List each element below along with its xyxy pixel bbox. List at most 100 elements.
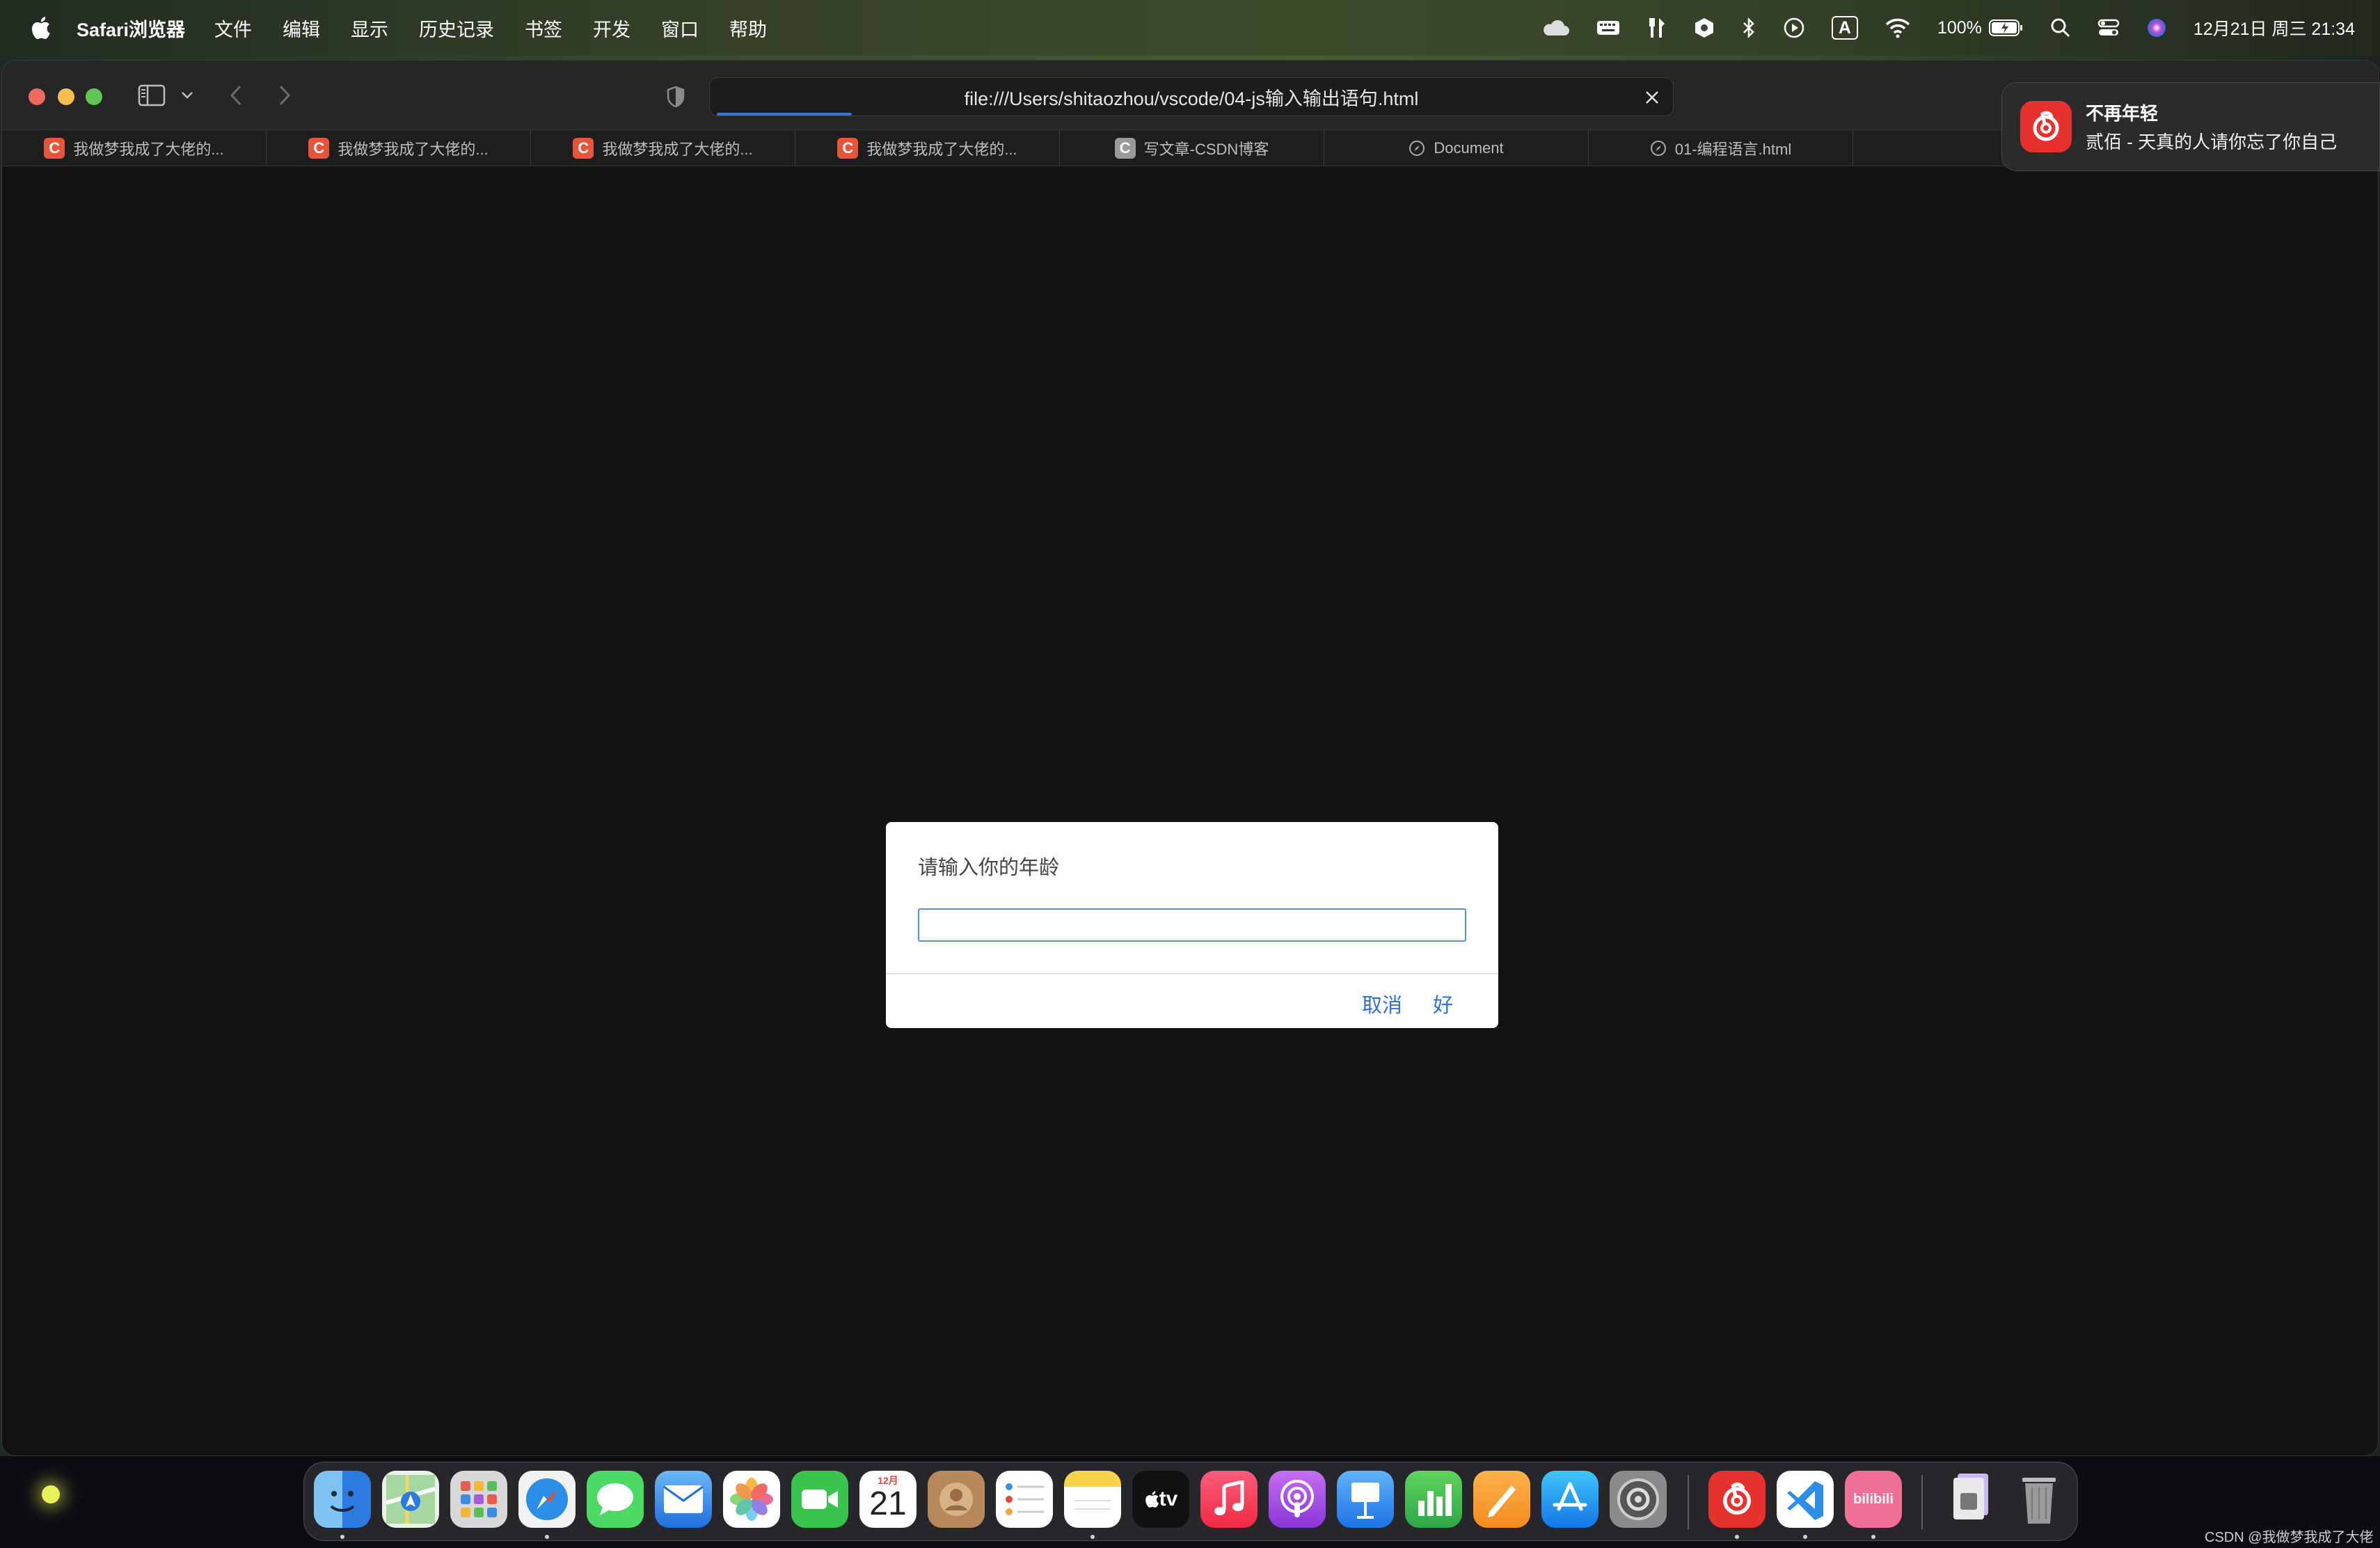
safari-icon[interactable] [518,1471,576,1528]
launchpad-icon[interactable] [450,1471,507,1528]
netease-music-icon[interactable] [1708,1471,1766,1528]
chevron-down-icon[interactable] [177,86,197,105]
tv-label: tv [1159,1487,1178,1510]
csdn-favicon-icon: C [44,138,65,159]
tab-label: 我做梦我成了大佬的... [602,141,753,158]
tab-2[interactable]: C 我做梦我成了大佬的... [531,130,795,166]
dialog-message: 请输入你的年龄 [918,857,1060,879]
document-stack-icon[interactable] [1942,1471,1999,1528]
numbers-icon[interactable] [1405,1471,1462,1528]
music-icon[interactable] [1200,1471,1258,1528]
minimize-window-button[interactable] [58,88,74,105]
cancel-button[interactable]: 取消 [1362,989,1402,1018]
sidebar-toggle-icon[interactable] [136,81,168,109]
apple-icon[interactable] [25,16,56,40]
spotlight-icon[interactable] [2050,14,2071,42]
trash-icon[interactable] [2010,1471,2068,1528]
page-load-progress [717,113,852,116]
running-indicator [1871,1535,1875,1539]
vscode-icon[interactable] [1777,1471,1834,1528]
url-text[interactable]: file:///Users/shitaozhou/vscode/04-js输入输… [965,84,1419,111]
close-window-button[interactable] [29,88,45,105]
bilibili-label: bilibili [1853,1491,1894,1507]
menu-view[interactable]: 显示 [351,15,388,42]
menu-edit[interactable]: 编辑 [283,15,320,42]
zoom-window-button[interactable] [86,88,102,105]
clock[interactable]: 12月21日 周三 21:34 [2193,14,2355,42]
hexagon-icon[interactable] [1694,14,1715,42]
notification-body: 贰佰 - 天真的人请你忘了你自己 [2086,132,2338,152]
csdn-favicon-icon: C [1114,138,1136,159]
music-notification[interactable]: 不再年轻 贰佰 - 天真的人请你忘了你自己 [2001,82,2380,171]
menu-history[interactable]: 历史记录 [419,15,494,42]
system-settings-icon[interactable] [1610,1471,1667,1528]
tab-label: 我做梦我成了大佬的... [73,141,224,158]
stop-loading-icon[interactable] [1641,86,1663,109]
tab-label: 写文章-CSDN博客 [1143,141,1269,158]
siri-icon[interactable] [2146,14,2167,42]
messages-icon[interactable] [587,1471,644,1528]
tab-6[interactable]: 01-编程语言.html [1589,130,1853,166]
app-name-menu[interactable]: Safari浏览器 [77,15,185,42]
maps-icon[interactable] [382,1471,439,1528]
menu-develop[interactable]: 开发 [593,15,630,42]
facetime-icon[interactable] [791,1471,848,1528]
mail-icon[interactable] [655,1471,712,1528]
csdn-favicon-icon: C [308,138,330,159]
calendar-icon[interactable]: 12月 21 [859,1471,917,1528]
control-center-icon[interactable] [2097,14,2120,42]
netease-music-icon [2020,101,2072,152]
notification-text: 不再年轻 贰佰 - 天真的人请你忘了你自己 [2086,100,2337,154]
ok-button[interactable]: 好 [1433,989,1453,1018]
csdn-favicon-icon: C [837,138,859,159]
tab-4[interactable]: C 写文章-CSDN博客 [1060,130,1324,166]
icloud-icon[interactable] [1541,14,1570,42]
pages-icon[interactable] [1473,1471,1530,1528]
reminders-icon[interactable] [996,1471,1053,1528]
compass-favicon-icon [1409,140,1425,157]
menu-bookmarks[interactable]: 书签 [525,15,562,42]
input-source-icon[interactable]: A [1831,16,1858,40]
tab-5[interactable]: Document [1324,130,1589,166]
csdn-favicon-icon: C [573,138,594,159]
notification-title: 不再年轻 [2086,103,2159,124]
keynote-icon[interactable] [1337,1471,1394,1528]
menu-file[interactable]: 文件 [214,15,252,42]
app-store-icon[interactable] [1541,1471,1598,1528]
prompt-dialog: 请输入你的年龄 取消 好 [886,822,1498,1028]
menu-help[interactable]: 帮助 [729,15,767,42]
calendar-day: 21 [869,1485,907,1522]
photos-icon[interactable] [723,1471,780,1528]
keyboard-icon[interactable] [1596,14,1620,42]
tab-3[interactable]: C 我做梦我成了大佬的... [795,130,1060,166]
address-bar[interactable]: file:///Users/shitaozhou/vscode/04-js输入输… [709,77,1674,116]
privacy-shield-icon[interactable] [663,83,688,111]
menu-window[interactable]: 窗口 [661,15,699,42]
running-indicator [545,1535,549,1539]
bluetooth-icon[interactable] [1741,14,1756,42]
prompt-input[interactable] [918,908,1466,942]
contacts-icon[interactable] [928,1471,985,1528]
tab-label: Document [1434,139,1504,157]
watermark: CSDN @我做梦我成了大佬 [2205,1530,2374,1545]
bilibili-icon[interactable]: bilibili [1845,1471,1902,1528]
finder-icon[interactable] [314,1471,371,1528]
dock-divider [1688,1475,1689,1529]
tab-1[interactable]: C 我做梦我成了大佬的... [267,130,531,166]
wifi-icon[interactable] [1885,14,1911,42]
battery-icon[interactable] [1988,14,2024,42]
tools-icon[interactable] [1647,14,1667,42]
tab-0[interactable]: C 我做梦我成了大佬的... [2,130,267,166]
apple-tv-icon[interactable]: tv [1132,1471,1189,1528]
play-icon[interactable] [1783,14,1805,42]
back-button[interactable] [223,81,248,109]
status-area: A 100% 12月21日 周三 21:34 [1514,14,2355,42]
podcasts-icon[interactable] [1269,1471,1326,1528]
running-indicator [1735,1535,1739,1539]
tab-label: 我做梦我成了大佬的... [866,141,1017,158]
notes-icon[interactable] [1064,1471,1121,1528]
safari-window: file:///Users/shitaozhou/vscode/04-js输入输… [1,60,2379,1456]
dock-divider [1921,1475,1923,1529]
dialog-divider [886,973,1498,974]
forward-button[interactable] [272,81,297,109]
